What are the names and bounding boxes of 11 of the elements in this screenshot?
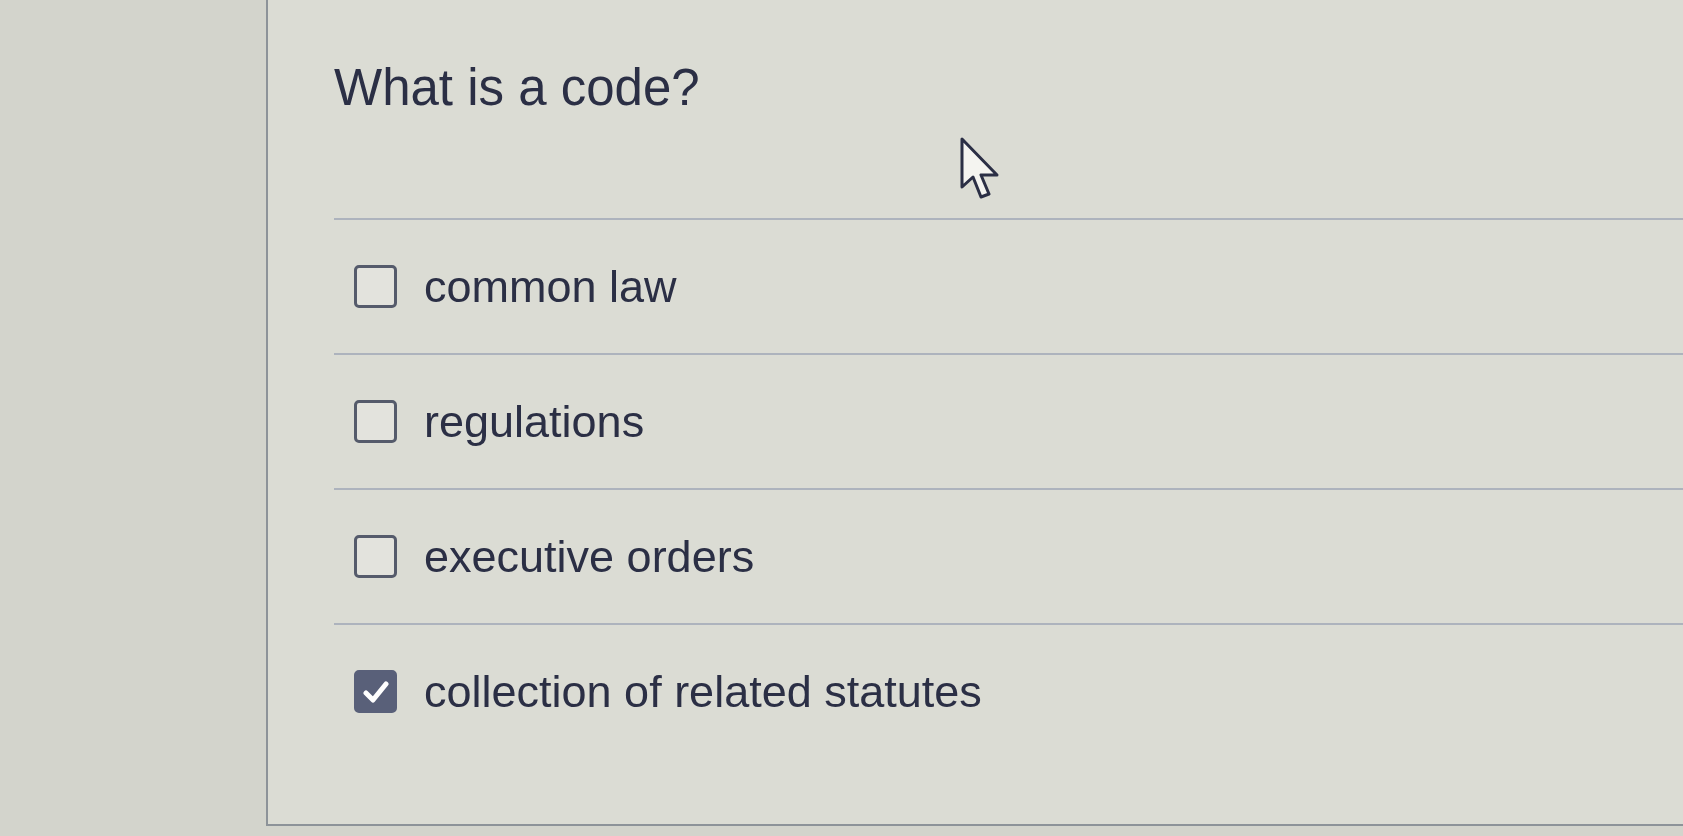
option-label[interactable]: common law <box>424 259 677 314</box>
checkbox[interactable] <box>354 535 397 578</box>
option-label[interactable]: collection of related statutes <box>424 664 982 719</box>
mouse-pointer-icon <box>960 137 1000 200</box>
checkbox[interactable] <box>354 670 397 713</box>
checkbox[interactable] <box>354 400 397 443</box>
option-label[interactable]: regulations <box>424 394 645 449</box>
option-label[interactable]: executive orders <box>424 529 755 584</box>
checkmark-icon <box>362 680 389 703</box>
checkbox[interactable] <box>354 265 397 308</box>
question-title: What is a code? <box>334 58 700 118</box>
